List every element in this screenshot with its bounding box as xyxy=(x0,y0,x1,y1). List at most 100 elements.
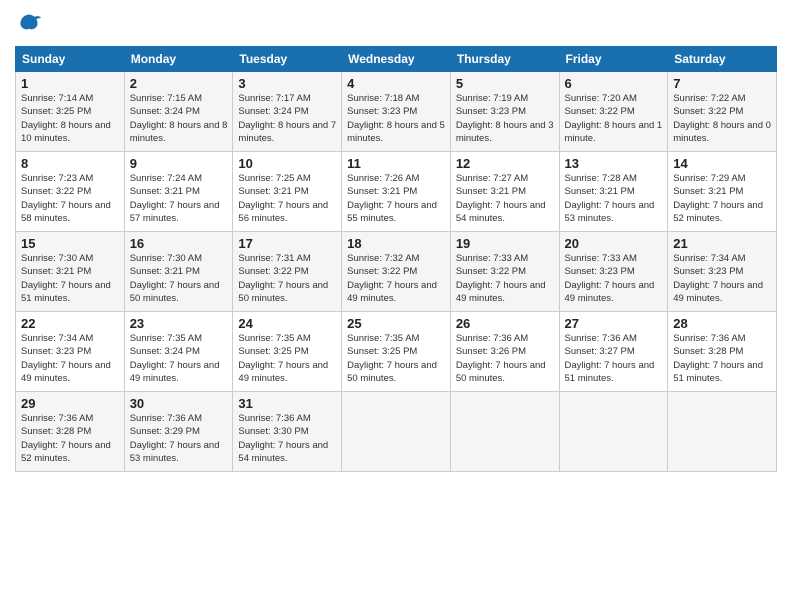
calendar-day-31: 31Sunrise: 7:36 AMSunset: 3:30 PMDayligh… xyxy=(233,392,342,472)
empty-cell xyxy=(450,392,559,472)
day-info: Sunrise: 7:34 AMSunset: 3:23 PMDaylight:… xyxy=(21,332,119,385)
calendar-header-row: SundayMondayTuesdayWednesdayThursdayFrid… xyxy=(16,47,777,72)
empty-cell xyxy=(342,392,451,472)
day-info: Sunrise: 7:29 AMSunset: 3:21 PMDaylight:… xyxy=(673,172,771,225)
calendar-week-1: 1Sunrise: 7:14 AMSunset: 3:25 PMDaylight… xyxy=(16,72,777,152)
day-info: Sunrise: 7:35 AMSunset: 3:24 PMDaylight:… xyxy=(130,332,228,385)
day-number: 4 xyxy=(347,76,445,91)
day-info: Sunrise: 7:33 AMSunset: 3:22 PMDaylight:… xyxy=(456,252,554,305)
calendar-day-2: 2Sunrise: 7:15 AMSunset: 3:24 PMDaylight… xyxy=(124,72,233,152)
calendar-day-3: 3Sunrise: 7:17 AMSunset: 3:24 PMDaylight… xyxy=(233,72,342,152)
day-number: 8 xyxy=(21,156,119,171)
day-info: Sunrise: 7:36 AMSunset: 3:28 PMDaylight:… xyxy=(21,412,119,465)
day-info: Sunrise: 7:17 AMSunset: 3:24 PMDaylight:… xyxy=(238,92,336,145)
calendar-day-20: 20Sunrise: 7:33 AMSunset: 3:23 PMDayligh… xyxy=(559,232,668,312)
day-number: 18 xyxy=(347,236,445,251)
calendar-header-saturday: Saturday xyxy=(668,47,777,72)
day-number: 7 xyxy=(673,76,771,91)
day-info: Sunrise: 7:18 AMSunset: 3:23 PMDaylight:… xyxy=(347,92,445,145)
day-number: 16 xyxy=(130,236,228,251)
day-info: Sunrise: 7:36 AMSunset: 3:27 PMDaylight:… xyxy=(565,332,663,385)
calendar-page: SundayMondayTuesdayWednesdayThursdayFrid… xyxy=(0,0,792,612)
calendar-day-4: 4Sunrise: 7:18 AMSunset: 3:23 PMDaylight… xyxy=(342,72,451,152)
calendar-day-15: 15Sunrise: 7:30 AMSunset: 3:21 PMDayligh… xyxy=(16,232,125,312)
calendar-day-17: 17Sunrise: 7:31 AMSunset: 3:22 PMDayligh… xyxy=(233,232,342,312)
calendar-week-3: 15 Sunrise: 7:30 AMSunset: 3:21 PMDayligh… xyxy=(16,232,777,312)
calendar-day-13: 13Sunrise: 7:28 AMSunset: 3:21 PMDayligh… xyxy=(559,152,668,232)
calendar-header-monday: Monday xyxy=(124,47,233,72)
empty-cell xyxy=(668,392,777,472)
calendar-day-12: 12Sunrise: 7:27 AMSunset: 3:21 PMDayligh… xyxy=(450,152,559,232)
calendar-day-8: 8Sunrise: 7:23 AMSunset: 3:22 PMDaylight… xyxy=(16,152,125,232)
calendar-week-5: 29Sunrise: 7:36 AMSunset: 3:28 PMDayligh… xyxy=(16,392,777,472)
day-info: Sunrise: 7:31 AMSunset: 3:22 PMDaylight:… xyxy=(238,252,336,305)
day-info: Sunrise: 7:36 AMSunset: 3:26 PMDaylight:… xyxy=(456,332,554,385)
day-info: Sunrise: 7:19 AMSunset: 3:23 PMDaylight:… xyxy=(456,92,554,145)
day-info: Sunrise: 7:30 AMSunset: 3:21 PMDaylight:… xyxy=(130,252,228,305)
day-info: Sunrise: 7:33 AMSunset: 3:23 PMDaylight:… xyxy=(565,252,663,305)
day-number: 11 xyxy=(347,156,445,171)
day-number: 6 xyxy=(565,76,663,91)
calendar-day-1: 1Sunrise: 7:14 AMSunset: 3:25 PMDaylight… xyxy=(16,72,125,152)
calendar-day-9: 9Sunrise: 7:24 AMSunset: 3:21 PMDaylight… xyxy=(124,152,233,232)
day-number: 21 xyxy=(673,236,771,251)
calendar-day-18: 18Sunrise: 7:32 AMSunset: 3:22 PMDayligh… xyxy=(342,232,451,312)
calendar-day-6: 6Sunrise: 7:20 AMSunset: 3:22 PMDaylight… xyxy=(559,72,668,152)
logo-icon xyxy=(15,10,43,38)
day-number: 19 xyxy=(456,236,554,251)
day-info: Sunrise: 7:27 AMSunset: 3:21 PMDaylight:… xyxy=(456,172,554,225)
day-number: 28 xyxy=(673,316,771,331)
calendar-header-wednesday: Wednesday xyxy=(342,47,451,72)
calendar-header-sunday: Sunday xyxy=(16,47,125,72)
calendar-header-tuesday: Tuesday xyxy=(233,47,342,72)
calendar-day-25: 25Sunrise: 7:35 AMSunset: 3:25 PMDayligh… xyxy=(342,312,451,392)
calendar-week-4: 22Sunrise: 7:34 AMSunset: 3:23 PMDayligh… xyxy=(16,312,777,392)
day-number: 5 xyxy=(456,76,554,91)
day-info: Sunrise: 7:28 AMSunset: 3:21 PMDaylight:… xyxy=(565,172,663,225)
day-number: 1 xyxy=(21,76,119,91)
day-number: 2 xyxy=(130,76,228,91)
day-number: 27 xyxy=(565,316,663,331)
day-number: 14 xyxy=(673,156,771,171)
day-number: 31 xyxy=(238,396,336,411)
calendar-table: SundayMondayTuesdayWednesdayThursdayFrid… xyxy=(15,46,777,472)
calendar-day-21: 21Sunrise: 7:34 AMSunset: 3:23 PMDayligh… xyxy=(668,232,777,312)
calendar-day-23: 23Sunrise: 7:35 AMSunset: 3:24 PMDayligh… xyxy=(124,312,233,392)
day-number: 24 xyxy=(238,316,336,331)
day-info: Sunrise: 7:15 AMSunset: 3:24 PMDaylight:… xyxy=(130,92,228,145)
calendar-day-16: 16Sunrise: 7:30 AMSunset: 3:21 PMDayligh… xyxy=(124,232,233,312)
day-number: 22 xyxy=(21,316,119,331)
calendar-week-2: 8Sunrise: 7:23 AMSunset: 3:22 PMDaylight… xyxy=(16,152,777,232)
header xyxy=(15,10,777,38)
day-info: Sunrise: 7:34 AMSunset: 3:23 PMDaylight:… xyxy=(673,252,771,305)
day-info: Sunrise: 7:25 AMSunset: 3:21 PMDaylight:… xyxy=(238,172,336,225)
day-number: 25 xyxy=(347,316,445,331)
calendar-header-thursday: Thursday xyxy=(450,47,559,72)
day-number: 12 xyxy=(456,156,554,171)
day-info: Sunrise: 7:32 AMSunset: 3:22 PMDaylight:… xyxy=(347,252,445,305)
day-number: 26 xyxy=(456,316,554,331)
day-number: 10 xyxy=(238,156,336,171)
day-number: 29 xyxy=(21,396,119,411)
day-number: 9 xyxy=(130,156,228,171)
day-info: Sunrise: 7:36 AMSunset: 3:28 PMDaylight:… xyxy=(673,332,771,385)
day-number: 20 xyxy=(565,236,663,251)
empty-cell xyxy=(559,392,668,472)
day-number: 17 xyxy=(238,236,336,251)
day-number: 15 xyxy=(21,236,119,251)
calendar-day-19: 19Sunrise: 7:33 AMSunset: 3:22 PMDayligh… xyxy=(450,232,559,312)
day-info: Sunrise: 7:36 AMSunset: 3:29 PMDaylight:… xyxy=(130,412,228,465)
calendar-day-22: 22Sunrise: 7:34 AMSunset: 3:23 PMDayligh… xyxy=(16,312,125,392)
day-info: Sunrise: 7:24 AMSunset: 3:21 PMDaylight:… xyxy=(130,172,228,225)
day-number: 30 xyxy=(130,396,228,411)
calendar-day-26: 26Sunrise: 7:36 AMSunset: 3:26 PMDayligh… xyxy=(450,312,559,392)
calendar-day-28: 28Sunrise: 7:36 AMSunset: 3:28 PMDayligh… xyxy=(668,312,777,392)
day-info: Sunrise: 7:22 AMSunset: 3:22 PMDaylight:… xyxy=(673,92,771,145)
day-info: Sunrise: 7:23 AMSunset: 3:22 PMDaylight:… xyxy=(21,172,119,225)
calendar-day-29: 29Sunrise: 7:36 AMSunset: 3:28 PMDayligh… xyxy=(16,392,125,472)
calendar-day-7: 7Sunrise: 7:22 AMSunset: 3:22 PMDaylight… xyxy=(668,72,777,152)
calendar-day-27: 27Sunrise: 7:36 AMSunset: 3:27 PMDayligh… xyxy=(559,312,668,392)
day-info: Sunrise: 7:36 AMSunset: 3:30 PMDaylight:… xyxy=(238,412,336,465)
day-info: Sunrise: 7:14 AMSunset: 3:25 PMDaylight:… xyxy=(21,92,119,145)
calendar-day-30: 30Sunrise: 7:36 AMSunset: 3:29 PMDayligh… xyxy=(124,392,233,472)
